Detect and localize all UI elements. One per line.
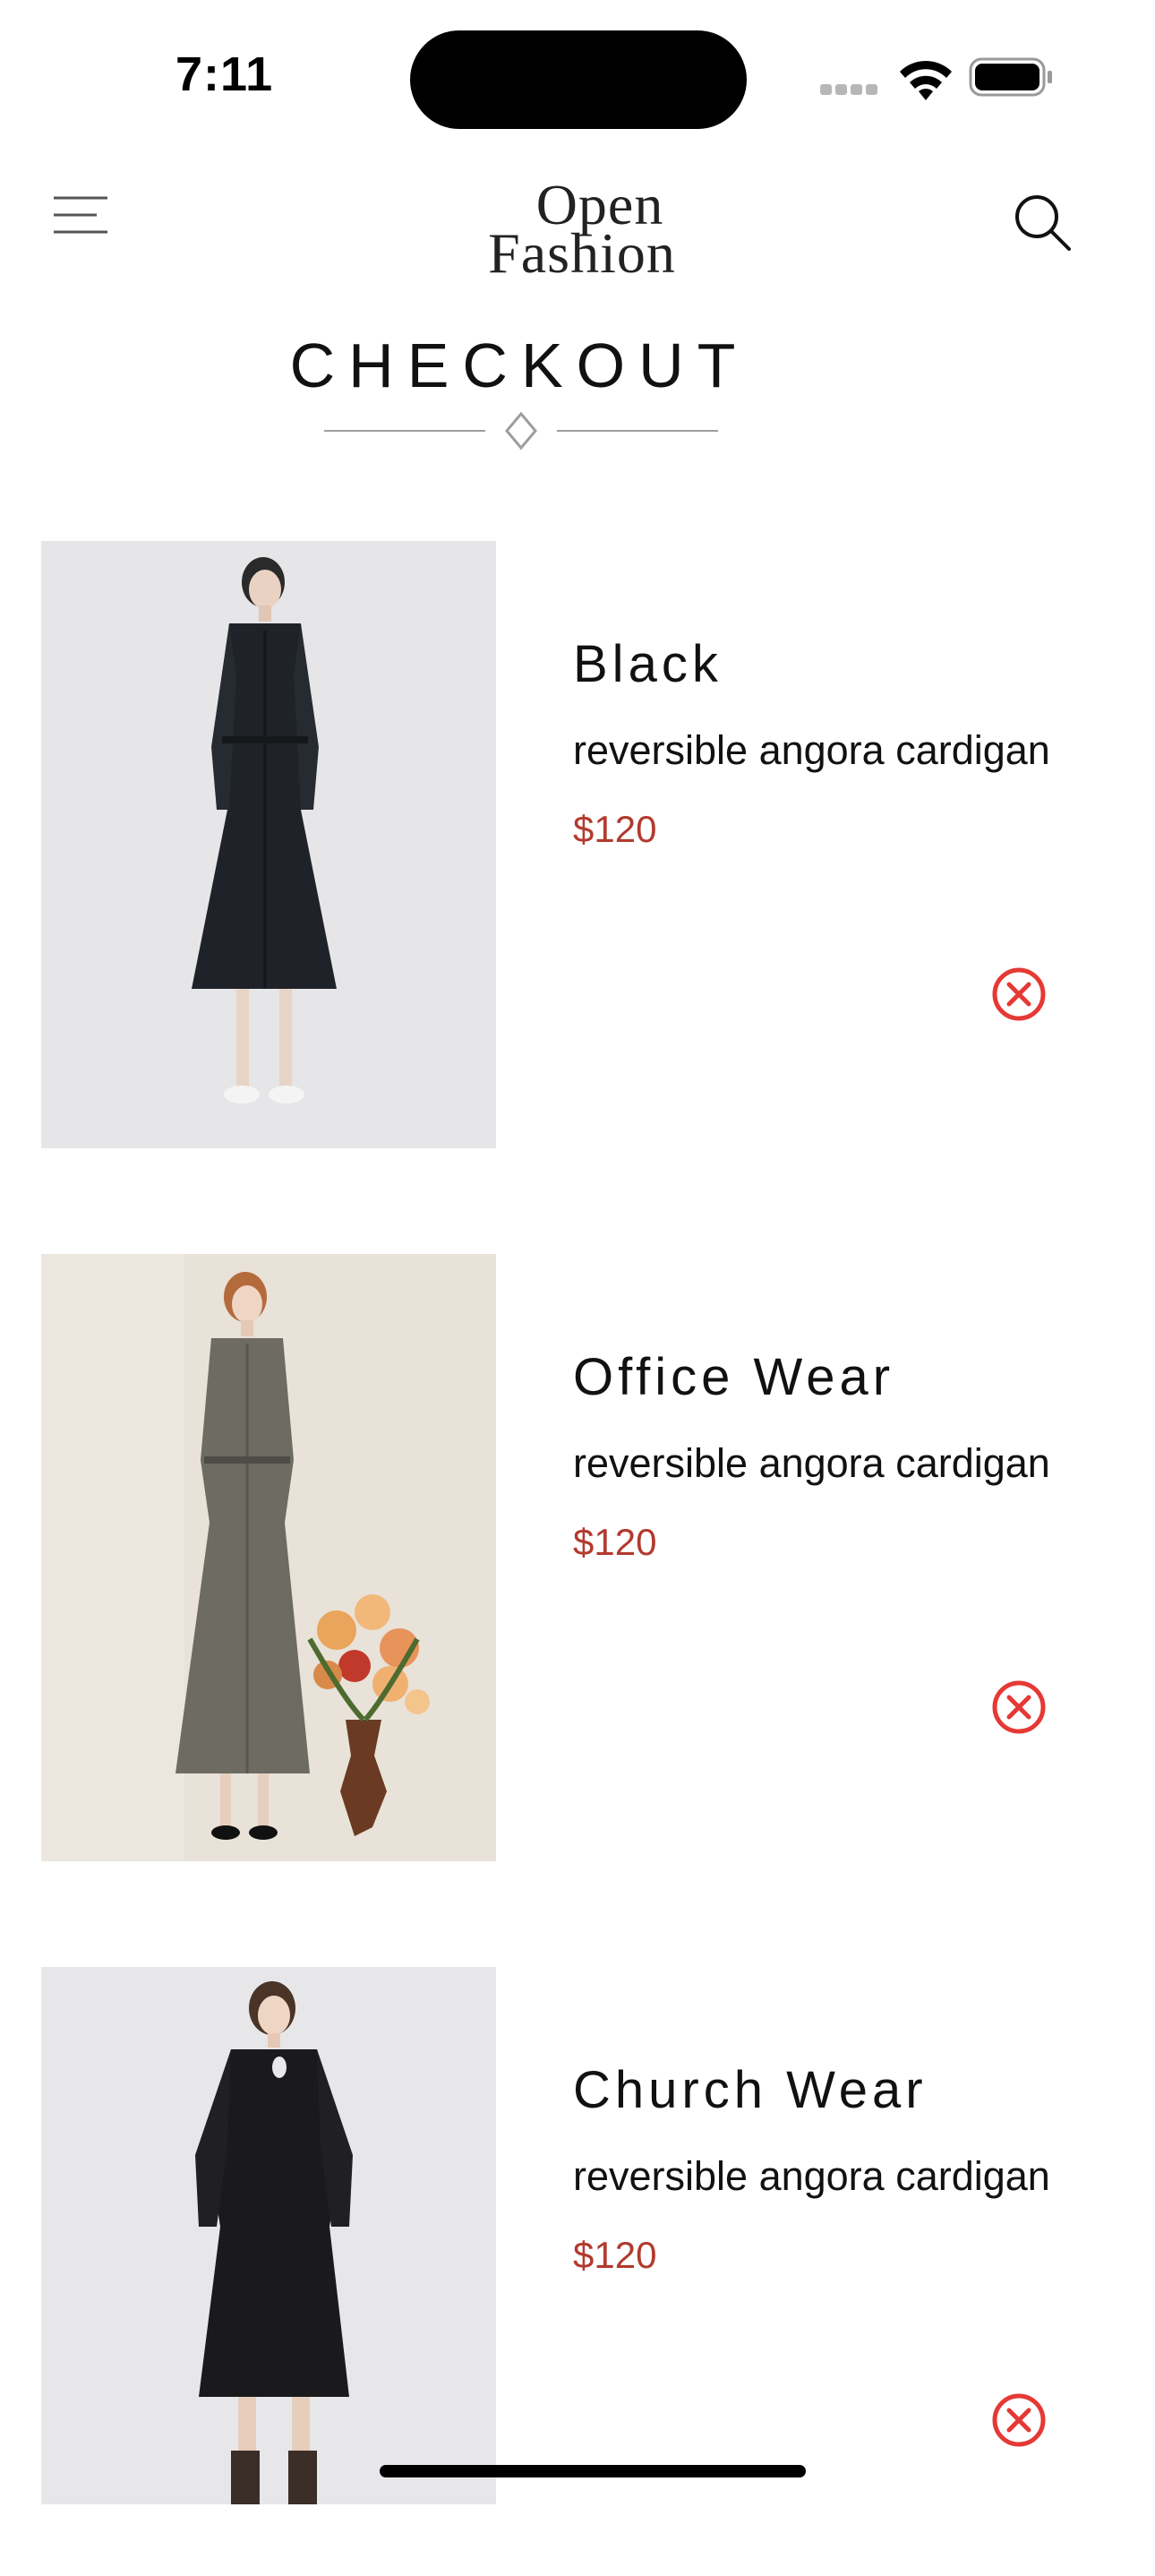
app-logo[interactable]: Open Fashion <box>466 176 698 287</box>
home-indicator[interactable] <box>380 2465 806 2477</box>
page-title: CHECKOUT <box>289 331 749 400</box>
item-description: reversible angora cardigan <box>573 2153 1050 2199</box>
cart-item: Office Wear reversible angora cardigan $… <box>0 1254 1155 1863</box>
item-name: Office Wear <box>573 1348 895 1406</box>
remove-item-button[interactable] <box>990 2391 1048 2449</box>
item-price: $120 <box>573 808 657 850</box>
search-icon <box>1015 195 1071 251</box>
product-image[interactable] <box>41 1254 496 1861</box>
battery-icon <box>969 57 1052 97</box>
status-time: 7:11 <box>175 47 274 101</box>
item-description: reversible angora cardigan <box>573 1440 1050 1486</box>
remove-circle-icon <box>992 1680 1046 1734</box>
remove-circle-icon <box>992 967 1046 1021</box>
menu-button[interactable] <box>48 192 113 238</box>
diamond-icon <box>505 411 537 451</box>
dynamic-island <box>410 30 747 129</box>
remove-item-button[interactable] <box>990 1679 1048 1736</box>
logo-line-2: Fashion <box>488 221 676 285</box>
remove-item-button[interactable] <box>990 966 1048 1023</box>
item-description: reversible angora cardigan <box>573 727 1050 773</box>
product-image[interactable] <box>41 1967 496 2504</box>
title-divider <box>324 411 718 451</box>
cart-item: Black reversible angora cardigan $120 <box>0 541 1155 1150</box>
item-price: $120 <box>573 2234 657 2276</box>
wifi-icon <box>900 60 952 100</box>
cart-item: Church Wear reversible angora cardigan $… <box>0 1967 1155 2576</box>
product-image[interactable] <box>41 541 496 1148</box>
item-price: $120 <box>573 1521 657 1563</box>
remove-circle-icon <box>992 2393 1046 2447</box>
hamburger-menu-icon <box>54 196 107 234</box>
status-bar: 7:11 <box>0 0 1155 161</box>
search-button[interactable] <box>1010 190 1074 254</box>
item-name: Church Wear <box>573 2061 928 2119</box>
item-name: Black <box>573 635 723 693</box>
cellular-signal-icon <box>820 84 879 95</box>
